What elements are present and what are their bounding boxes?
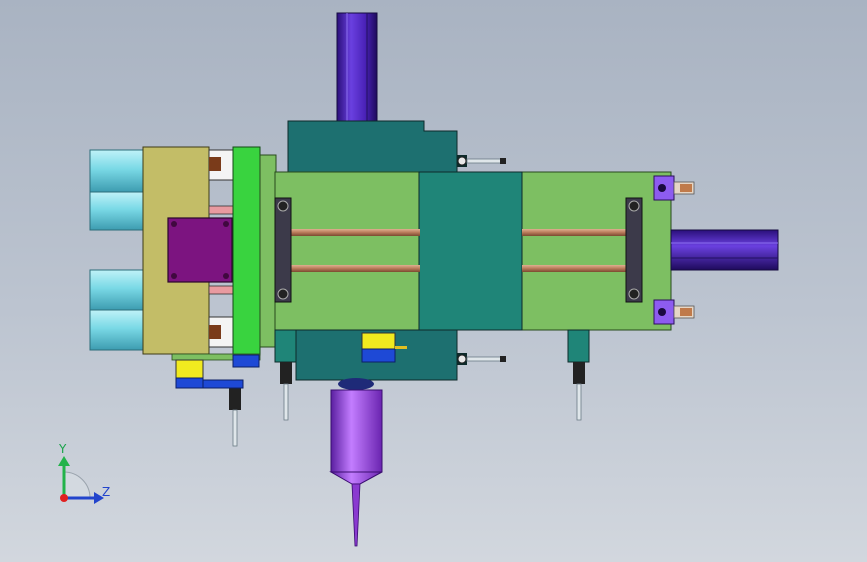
magenta-cover-plate <box>167 217 233 283</box>
lower-right-pin <box>457 353 506 365</box>
center-teal-plate <box>418 171 523 331</box>
bottom-left-sensor <box>171 353 261 389</box>
cad-assembly-drawing <box>58 12 779 547</box>
left-end-bar <box>274 197 292 303</box>
bright-green-plate <box>232 146 277 356</box>
dispensing-nozzle <box>329 378 383 547</box>
cyan-cylinder-group <box>89 149 145 351</box>
cad-viewport[interactable]: Y Z <box>0 0 867 562</box>
right-end-bar <box>625 197 643 303</box>
right-actuator-cylinder <box>670 229 779 271</box>
x-axis-origin-dot <box>60 494 68 502</box>
upper-right-pin <box>457 155 506 167</box>
y-axis-label: Y <box>59 442 67 456</box>
top-actuator-cylinder <box>336 12 378 124</box>
z-axis-label: Z <box>102 485 111 499</box>
upper-teal-block <box>287 120 458 173</box>
coordinate-triad[interactable] <box>58 456 104 504</box>
